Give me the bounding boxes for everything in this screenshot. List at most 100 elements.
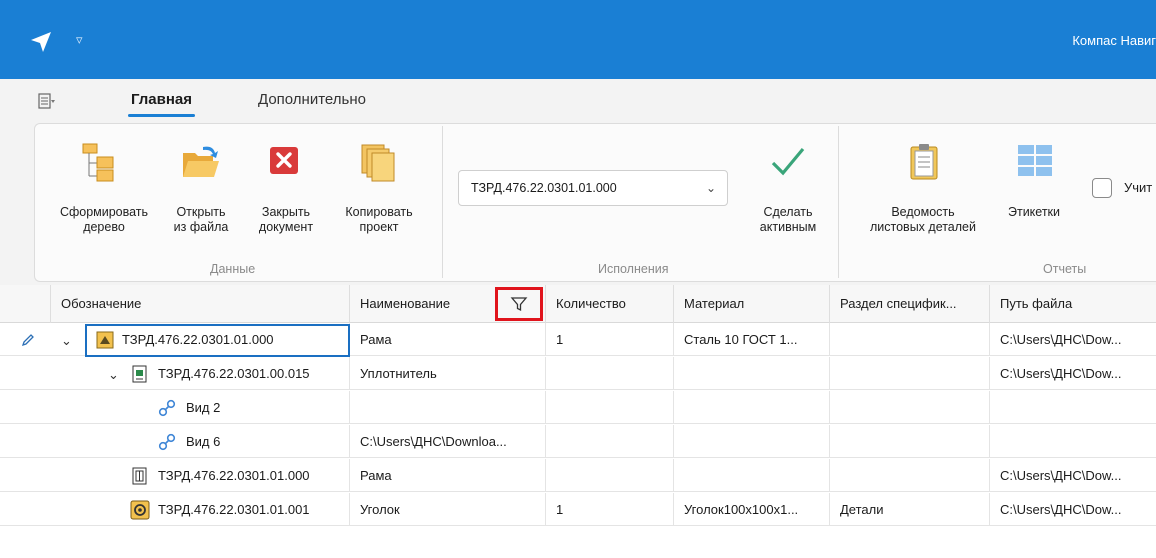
close-document-label-2: документ	[258, 220, 314, 234]
sheet-parts-list-label-1: Ведомость	[891, 205, 955, 219]
menu-icon[interactable]	[38, 93, 56, 109]
copy-project-button[interactable]: Копировать проект	[331, 143, 427, 243]
table-row[interactable]: ТЗРД.476.22.0301.01.000 Рама C:\Users\ДН…	[0, 459, 1156, 492]
name-cell: C:\Users\ДНС\Downloa...	[349, 425, 545, 458]
clipboard-icon	[910, 144, 938, 180]
link-icon	[158, 399, 176, 417]
tree-icon	[82, 143, 114, 182]
material-cell	[673, 459, 829, 492]
sheet-parts-list-button[interactable]: Ведомость листовых деталей	[857, 143, 989, 243]
copy-project-label-2: проект	[359, 220, 399, 234]
section-cell: Детали	[829, 493, 989, 526]
variant-select[interactable]: ТЗРД.476.22.0301.01.000 ⌄	[458, 170, 728, 206]
quantity-cell	[545, 425, 673, 458]
open-file-button[interactable]: Открыть из файла	[165, 143, 237, 243]
path-cell: C:\Users\ДНС\Dow...	[989, 493, 1156, 526]
group-label-data: Данные	[210, 262, 256, 276]
drawing-document-icon	[132, 467, 147, 485]
ribbon-separator	[442, 126, 443, 278]
chevron-down-icon: ⌄	[705, 181, 716, 195]
material-cell	[673, 357, 829, 390]
column-header-material[interactable]: Материал	[673, 285, 829, 323]
path-cell: C:\Users\ДНС\Dow...	[989, 323, 1156, 356]
designation-cell: Вид 6	[186, 434, 221, 449]
pencil-icon[interactable]	[21, 333, 35, 347]
sheet-parts-list-label-2: листовых деталей	[869, 220, 976, 234]
selected-cell-border	[85, 324, 350, 357]
name-cell: Уголок	[349, 493, 545, 526]
labels-label: Этикетки	[1007, 205, 1060, 219]
section-cell	[829, 357, 989, 390]
name-cell	[349, 391, 545, 424]
group-label-variants: Исполнения	[598, 262, 669, 276]
quick-access-dropdown-icon[interactable]: ▿	[76, 32, 83, 48]
account-checkbox[interactable]	[1092, 178, 1112, 198]
column-header-path[interactable]: Путь файла	[989, 285, 1156, 323]
column-header-designation[interactable]: Обозначение	[50, 285, 349, 323]
section-cell	[829, 391, 989, 424]
open-file-label-1: Открыть	[176, 205, 226, 219]
tab-extra[interactable]: Дополнительно	[258, 91, 366, 108]
quantity-cell	[545, 357, 673, 390]
name-cell: Уплотнитель	[349, 357, 545, 390]
path-cell	[989, 391, 1156, 424]
app-logo-icon	[31, 32, 51, 52]
designation-cell: ТЗРД.476.22.0301.01.000	[158, 468, 310, 483]
section-cell	[829, 323, 989, 356]
variant-select-value: ТЗРД.476.22.0301.01.000	[471, 181, 617, 195]
table-row[interactable]: Вид 2	[0, 391, 1156, 424]
chevron-down-icon[interactable]: ⌄	[108, 367, 119, 383]
copy-icon	[361, 144, 395, 182]
column-header-section[interactable]: Раздел специфик...	[829, 285, 989, 323]
filter-highlight	[495, 287, 543, 321]
material-cell: Сталь 10 ГОСТ 1...	[673, 323, 829, 356]
checkmark-icon	[771, 147, 805, 176]
build-tree-label-1: Сформировать	[59, 205, 149, 219]
column-header-quantity[interactable]: Количество	[545, 285, 673, 323]
make-active-button[interactable]: Сделать активным	[746, 143, 830, 243]
quantity-cell	[545, 391, 673, 424]
labels-grid-icon	[1018, 145, 1052, 176]
folder-open-icon	[183, 146, 219, 177]
link-icon	[158, 433, 176, 451]
name-cell: Рама	[349, 323, 545, 356]
section-cell	[829, 425, 989, 458]
part-icon	[130, 500, 150, 520]
designation-cell: ТЗРД.476.22.0301.01.001	[158, 502, 310, 517]
build-tree-label-2: дерево	[83, 220, 125, 234]
title-bar: ▿ Компас Навиг	[0, 0, 1156, 79]
close-icon	[270, 147, 298, 174]
app-title: Компас Навиг	[1072, 33, 1156, 48]
build-tree-button[interactable]: Сформировать дерево	[50, 143, 158, 243]
account-checkbox-label: Учит	[1124, 180, 1153, 195]
copy-project-label-1: Копировать	[345, 205, 413, 219]
close-document-label-1: Закрыть	[261, 205, 311, 219]
material-cell: Уголок100x100x1...	[673, 493, 829, 526]
chevron-down-icon[interactable]: ⌄	[61, 333, 72, 349]
open-file-label-2: из файла	[173, 220, 229, 234]
ribbon-separator	[838, 126, 839, 278]
name-cell: Рама	[349, 459, 545, 492]
path-cell: C:\Users\ДНС\Dow...	[989, 357, 1156, 390]
tab-home[interactable]: Главная	[127, 91, 196, 117]
table-row[interactable]: ⌄ ТЗРД.476.22.0301.00.015 Уплотнитель C:…	[0, 357, 1156, 390]
path-cell	[989, 425, 1156, 458]
material-cell	[673, 391, 829, 424]
section-cell	[829, 459, 989, 492]
quantity-cell	[545, 459, 673, 492]
path-cell: C:\Users\ДНС\Dow...	[989, 459, 1156, 492]
document-icon	[132, 365, 147, 383]
make-active-label-2: активным	[759, 220, 817, 234]
designation-cell: Вид 2	[186, 400, 221, 415]
table-row[interactable]: Вид 6 C:\Users\ДНС\Downloa...	[0, 425, 1156, 458]
close-document-button[interactable]: Закрыть документ	[248, 143, 324, 243]
labels-button[interactable]: Этикетки	[997, 143, 1071, 243]
designation-cell: ТЗРД.476.22.0301.00.015	[158, 366, 310, 381]
quantity-cell: 1	[545, 323, 673, 356]
ribbon-tabs: Главная Дополнительно	[0, 79, 1156, 123]
make-active-label-1: Сделать	[763, 205, 813, 219]
table-row[interactable]: ТЗРД.476.22.0301.01.001 Уголок 1 Уголок1…	[0, 493, 1156, 526]
quantity-cell: 1	[545, 493, 673, 526]
material-cell	[673, 425, 829, 458]
group-label-reports: Отчеты	[1043, 262, 1087, 276]
